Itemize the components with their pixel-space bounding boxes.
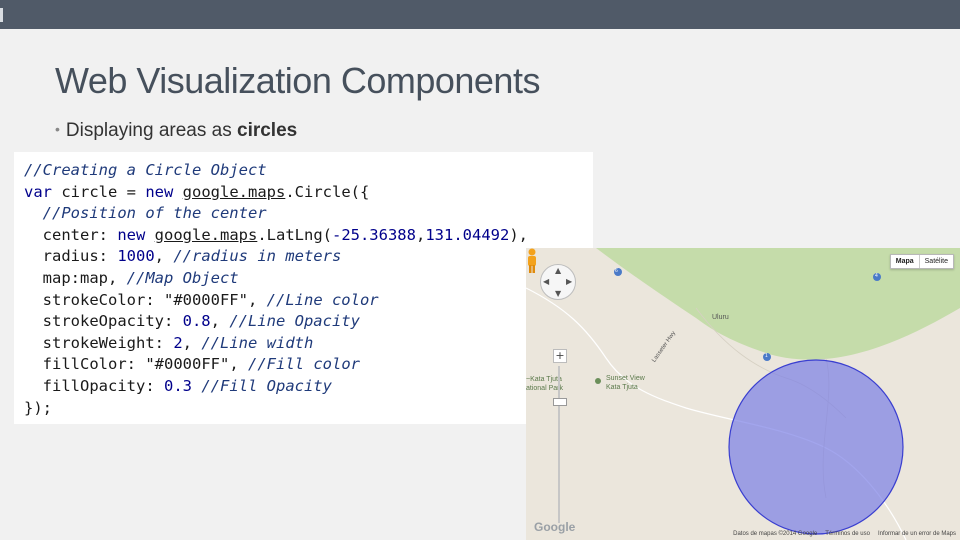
zoom-in-button[interactable]: +	[553, 349, 567, 363]
slide-bullet: • Displaying areas as circles	[55, 120, 297, 142]
code-text: circle =	[52, 182, 146, 201]
code-text: .Circle({	[285, 182, 370, 201]
code-number: 0.8	[182, 312, 211, 331]
map-canvas[interactable]	[526, 248, 960, 540]
pan-left-icon[interactable]: ◀	[543, 277, 549, 286]
code-number: 0.3	[163, 376, 192, 395]
route-label: 1	[765, 353, 768, 359]
code-text: });	[24, 398, 52, 417]
code-comment: //Fill Opacity	[201, 376, 332, 395]
bullet-bold-text: circles	[237, 120, 298, 141]
code-text: ,	[247, 290, 267, 309]
code-text: ,	[154, 247, 174, 266]
poi-label: Sunset View	[606, 375, 645, 382]
code-text: fillColor:	[24, 355, 146, 374]
map-view[interactable]: 6 4 1 Uluru Lasseter Hwy ~Kata Tjuta ati…	[526, 248, 960, 540]
map-type-map-button[interactable]: Mapa	[891, 255, 920, 268]
code-namespace: google.maps	[154, 225, 258, 244]
code-text: center:	[24, 225, 118, 244]
top-bar	[0, 0, 960, 29]
report-error-link[interactable]: Informar de un error de Maps	[878, 531, 956, 537]
code-text: strokeWeight:	[24, 333, 174, 352]
area-circle[interactable]	[728, 359, 904, 535]
bullet-text: Displaying areas as	[65, 120, 237, 141]
route-label: 6	[615, 268, 618, 274]
bullet-dot-icon: •	[55, 121, 60, 137]
code-block: //Creating a Circle Object var circle = …	[14, 152, 593, 424]
map-footer: Datos de mapas ©2014 Google Términos de u…	[725, 531, 956, 537]
code-line-1: //Creating a Circle Object	[24, 161, 267, 179]
zoom-slider-track[interactable]	[558, 366, 560, 523]
code-text: ,	[210, 312, 230, 331]
slide-title: Web Visualization Components	[55, 60, 540, 101]
code-text: map:map,	[24, 268, 127, 287]
terms-link[interactable]: Términos de uso	[825, 531, 870, 537]
code-keyword: new	[117, 225, 146, 244]
code-text: ,	[182, 333, 202, 352]
map-attribution: Datos de mapas ©2014 Google	[733, 531, 818, 537]
code-text: .LatLng(	[257, 225, 332, 244]
pan-control[interactable]: ▲ ▼ ◀ ▶	[540, 264, 576, 300]
code-comment: //radius in meters	[173, 247, 342, 266]
poi-label: Kata Tjuta	[606, 384, 638, 391]
code-string: "#0000FF"	[145, 355, 230, 374]
code-text: fillOpacity:	[24, 376, 164, 395]
code-keyword: new	[145, 182, 174, 201]
code-comment: //Line Opacity	[229, 312, 360, 331]
code-keyword: var	[24, 182, 52, 201]
code-comment: //Map Object	[126, 268, 239, 287]
zoom-slider-handle[interactable]	[553, 398, 567, 406]
pan-down-icon[interactable]: ▼	[555, 289, 561, 298]
code-number: 2	[173, 333, 183, 352]
code-text: strokeOpacity:	[24, 312, 183, 331]
pan-right-icon[interactable]: ▶	[566, 277, 572, 286]
code-comment: //Position of the center	[24, 204, 267, 223]
code-comment: //Line color	[266, 290, 379, 309]
park-label: ~Kata Tjuta	[526, 376, 562, 383]
route-label: 4	[875, 273, 878, 279]
code-text: radius:	[24, 247, 118, 266]
pan-up-icon[interactable]: ▲	[555, 266, 561, 275]
poi-icon	[595, 378, 601, 384]
code-text: strokeColor:	[24, 290, 164, 309]
code-text: ,	[415, 225, 426, 244]
code-namespace: google.maps	[182, 182, 286, 201]
code-number: 131.04492	[425, 225, 510, 244]
code-text: ,	[229, 355, 248, 374]
code-string: "#0000FF"	[163, 290, 248, 309]
place-label: Uluru	[712, 314, 729, 321]
code-number: -25.36388	[331, 225, 416, 244]
code-comment: //Line width	[201, 333, 314, 352]
code-text: ),	[509, 225, 528, 244]
map-type-satellite-button[interactable]: Satélite	[920, 255, 953, 268]
map-type-control: Mapa Satélite	[889, 254, 954, 269]
google-logo: Google	[534, 520, 576, 534]
code-number: 1000	[117, 247, 155, 266]
pegman-icon[interactable]	[526, 248, 538, 274]
top-bar-edge	[0, 8, 3, 22]
code-comment: //Fill color	[248, 355, 360, 374]
